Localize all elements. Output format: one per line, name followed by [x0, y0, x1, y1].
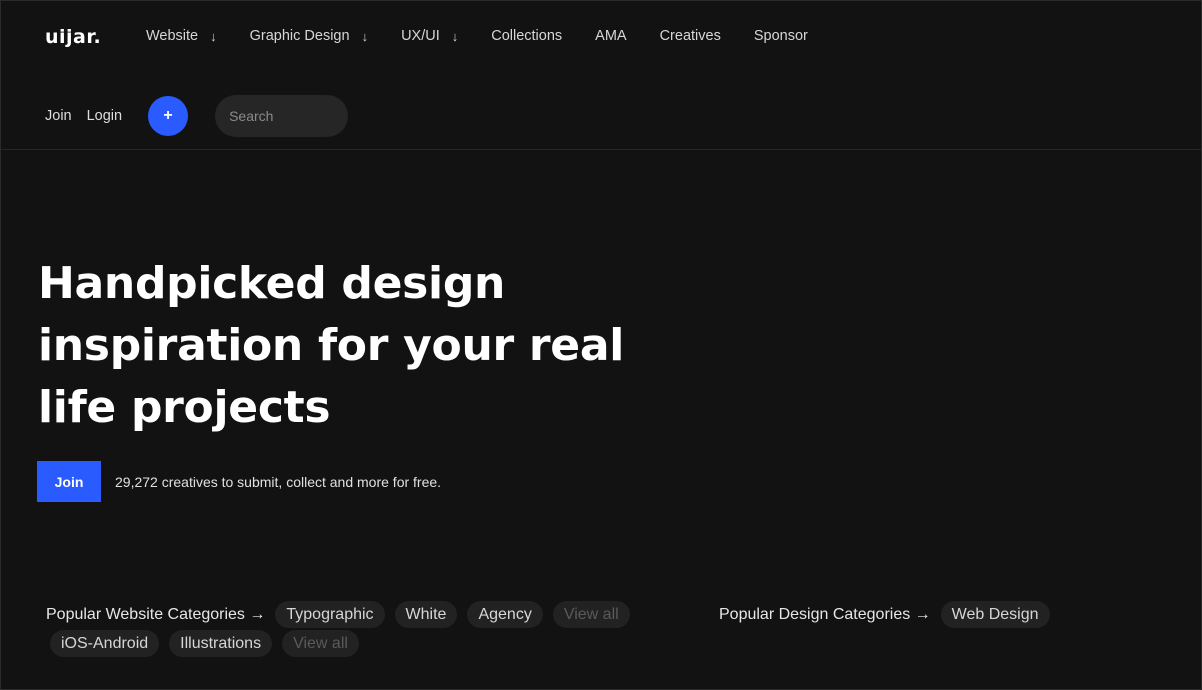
- nav-label: Creatives: [659, 28, 721, 44]
- chip-typographic[interactable]: Typographic: [275, 601, 385, 628]
- chip-web-design[interactable]: Web Design: [940, 601, 1050, 628]
- join-link[interactable]: Join: [45, 108, 72, 124]
- chip-illustrations[interactable]: Illustrations: [169, 630, 273, 657]
- design-categories: Popular Design Categories → Web Design: [719, 601, 1060, 628]
- logo[interactable]: uijar.: [45, 26, 101, 48]
- nav-ux-ui[interactable]: UX/UI ↓: [401, 28, 458, 44]
- nav-collections[interactable]: Collections: [491, 28, 562, 44]
- chip-view-all[interactable]: View all: [552, 601, 630, 628]
- nav-label: UX/UI: [401, 28, 440, 44]
- chip-white[interactable]: White: [394, 601, 458, 628]
- nav-ama[interactable]: AMA: [595, 28, 626, 44]
- design-categories-label[interactable]: Popular Design Categories →: [719, 606, 931, 624]
- website-categories-more: iOS-Android Illustrations View all: [50, 630, 369, 657]
- website-categories-label[interactable]: Popular Website Categories →: [46, 606, 265, 624]
- nav-label: AMA: [595, 28, 627, 44]
- nav-label: Graphic Design: [249, 28, 350, 44]
- hero-subtext: 29,272 creatives to submit, collect and …: [115, 473, 442, 490]
- plus-icon: +: [163, 107, 173, 124]
- chip-view-all[interactable]: View all: [282, 630, 359, 657]
- website-categories-row2: iOS-Android Illustrations View all: [50, 630, 369, 657]
- nav-label: Collections: [491, 28, 563, 44]
- design-categories-row: Popular Design Categories → Web Design: [719, 601, 1060, 628]
- nav-label: Website: [146, 28, 199, 44]
- page: uijar. Website ↓ Graphic Design ↓ UX/UI …: [0, 0, 1202, 690]
- website-categories-row1: Popular Website Categories → Typographic…: [46, 601, 640, 628]
- add-button[interactable]: +: [148, 96, 189, 136]
- website-categories: Popular Website Categories → Typographic…: [46, 601, 640, 628]
- nav-website[interactable]: Website ↓: [146, 28, 217, 44]
- login-link[interactable]: Login: [87, 108, 122, 124]
- hero-title: Handpicked design inspiration for your r…: [38, 258, 625, 433]
- nav-label: Sponsor: [753, 28, 808, 44]
- hero-cta: Join 29,272 creatives to submit, collect…: [37, 461, 441, 502]
- main-nav: Website ↓ Graphic Design ↓ UX/UI ↓ Colle…: [146, 28, 841, 44]
- arrow-down-icon: ↓: [210, 28, 217, 44]
- chip-ios-android[interactable]: iOS-Android: [50, 630, 160, 657]
- nav-creatives[interactable]: Creatives: [660, 28, 721, 44]
- join-button[interactable]: Join: [37, 461, 101, 502]
- arrow-down-icon: ↓: [451, 28, 459, 44]
- account-bar: Join Login +: [45, 95, 349, 137]
- header: uijar. Website ↓ Graphic Design ↓ UX/UI …: [1, 1, 1201, 150]
- arrow-down-icon: ↓: [361, 28, 369, 44]
- nav-sponsor[interactable]: Sponsor: [754, 28, 808, 44]
- search-input[interactable]: [215, 95, 349, 137]
- nav-graphic-design[interactable]: Graphic Design ↓: [250, 28, 368, 44]
- chip-agency[interactable]: Agency: [467, 601, 543, 628]
